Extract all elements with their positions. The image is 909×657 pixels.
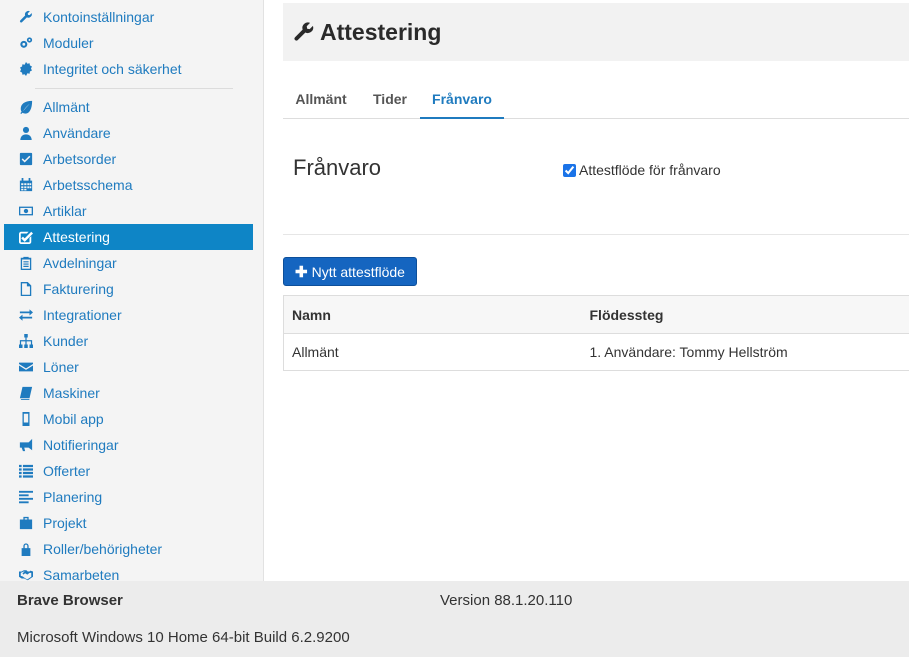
sidebar-item-planering[interactable]: Planering [4, 484, 253, 510]
sidebar-item-fakturering[interactable]: Fakturering [4, 276, 253, 302]
sidebar-item-label: Löner [43, 359, 79, 375]
envelope-icon [18, 359, 34, 375]
leaf-icon [18, 99, 34, 115]
sidebar-item-label: Fakturering [43, 281, 114, 297]
main-content: Attestering Allmänt Tider Frånvaro Frånv… [264, 0, 909, 581]
tab-franvaro[interactable]: Frånvaro [420, 84, 504, 119]
lock-icon [18, 541, 34, 557]
column-header-namn[interactable]: Namn [284, 296, 582, 334]
sidebar-item-integrationer[interactable]: Integrationer [4, 302, 253, 328]
wrench-icon [293, 20, 317, 44]
sidebar-item-label: Moduler [43, 35, 94, 51]
button-label: Nytt attestflöde [311, 263, 405, 280]
sidebar-item-moduler[interactable]: Moduler [4, 30, 253, 56]
sidebar-item-mobil-app[interactable]: Mobil app [4, 406, 253, 432]
sidebar-item-label: Mobil app [43, 411, 104, 427]
sidebar-item-label: Avdelningar [43, 255, 117, 271]
sidebar-item-maskiner[interactable]: Maskiner [4, 380, 253, 406]
sidebar-item-avdelningar[interactable]: Avdelningar [4, 250, 253, 276]
attest-flow-label: Attestflöde för frånvaro [579, 162, 721, 178]
bullhorn-icon [18, 437, 34, 453]
sidebar-item-projekt[interactable]: Projekt [4, 510, 253, 536]
attest-flow-checkbox[interactable] [563, 163, 576, 177]
wrench-icon [18, 9, 34, 25]
calendar-icon [18, 177, 34, 193]
sidebar-item-label: Allmänt [43, 99, 90, 115]
sidebar-item-attestering[interactable]: Attestering [4, 224, 253, 250]
cell-namn: Allmänt [292, 344, 339, 360]
list-icon [18, 463, 34, 479]
mobile-icon [18, 411, 34, 427]
sidebar-item-label: Artiklar [43, 203, 87, 219]
page-header: Attestering [283, 3, 909, 61]
sidebar-item-notifieringar[interactable]: Notifieringar [4, 432, 253, 458]
sidebar-item-anvandare[interactable]: Användare [4, 120, 253, 146]
certificate-icon [18, 61, 34, 77]
os-info: Microsoft Windows 10 Home 64-bit Build 6… [17, 629, 350, 646]
browser-info-footer: Brave Browser Version 88.1.20.110 Micros… [0, 581, 909, 657]
align-left-icon [18, 489, 34, 505]
sidebar-item-label: Projekt [43, 515, 87, 531]
sidebar-item-kunder[interactable]: Kunder [4, 328, 253, 354]
sidebar-item-label: Notifieringar [43, 437, 119, 453]
sidebar-item-allmant[interactable]: Allmänt [4, 94, 253, 120]
sidebar-item-label: Användare [43, 125, 111, 141]
book-icon [18, 385, 34, 401]
section-title: Frånvaro [293, 155, 382, 180]
sidebar: Kontoinställningar Moduler Integritet oc… [0, 0, 264, 583]
sidebar-item-label: Offerter [43, 463, 91, 479]
exchange-icon [18, 307, 34, 323]
sidebar-item-artiklar[interactable]: Artiklar [4, 198, 253, 224]
column-header-flodessteg[interactable]: Flödessteg [582, 296, 909, 334]
sidebar-item-label: Arbetsschema [43, 177, 133, 193]
sidebar-item-loner[interactable]: Löner [4, 354, 253, 380]
page-title: Attestering [320, 18, 442, 45]
attest-flow-table: Namn Flödessteg Allmänt 1. Användare: To… [283, 295, 909, 371]
browser-name: Brave Browser [17, 592, 123, 609]
clipboard-icon [18, 255, 34, 271]
attest-flow-toggle[interactable]: Attestflöde för frånvaro [563, 162, 721, 178]
tabs: Allmänt Tider Frånvaro [283, 84, 909, 119]
money-icon [18, 203, 34, 219]
sidebar-item-label: Kunder [43, 333, 89, 349]
sidebar-divider [35, 88, 233, 89]
sidebar-item-label: Integrationer [43, 307, 122, 323]
divider [283, 234, 909, 235]
cogs-icon [18, 35, 34, 51]
sidebar-item-label: Kontoinställningar [43, 9, 155, 25]
sidebar-item-label: Integritet och säkerhet [43, 61, 182, 77]
new-attest-flow-button[interactable]: ✚ Nytt attestflöde [283, 257, 417, 286]
sidebar-item-label: Planering [43, 489, 103, 505]
sidebar-item-label: Maskiner [43, 385, 100, 401]
sidebar-item-integritet[interactable]: Integritet och säkerhet [4, 56, 253, 82]
tab-tider[interactable]: Tider [359, 84, 421, 119]
briefcase-icon [18, 515, 34, 531]
check-square-icon [18, 151, 34, 167]
sidebar-item-label: Attestering [43, 229, 110, 245]
sidebar-item-label: Arbetsorder [43, 151, 117, 167]
file-icon [18, 281, 34, 297]
sidebar-item-kontoinstallningar[interactable]: Kontoinställningar [4, 4, 253, 30]
table-row[interactable]: Allmänt 1. Användare: Tommy Hellström [284, 334, 909, 371]
sidebar-item-offerter[interactable]: Offerter [4, 458, 253, 484]
tab-allmant[interactable]: Allmänt [283, 84, 359, 119]
pencil-square-icon [18, 229, 34, 245]
table-header-row: Namn Flödessteg [283, 295, 909, 334]
sidebar-item-arbetsschema[interactable]: Arbetsschema [4, 172, 253, 198]
sidebar-item-label: Roller/behörigheter [43, 541, 163, 557]
sidebar-item-roller[interactable]: Roller/behörigheter [4, 536, 253, 562]
cell-flodessteg: 1. Användare: Tommy Hellström [589, 344, 788, 360]
browser-version: Version 88.1.20.110 [440, 592, 573, 609]
sidebar-item-arbetsorder[interactable]: Arbetsorder [4, 146, 253, 172]
plus-icon: ✚ [295, 263, 308, 281]
sitemap-icon [18, 333, 34, 349]
user-icon [18, 125, 34, 141]
